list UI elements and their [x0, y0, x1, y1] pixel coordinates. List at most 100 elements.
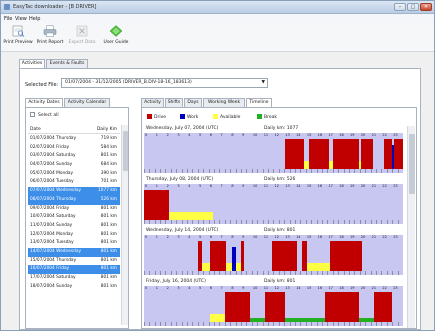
- selected-file-dropdown[interactable]: 01/07/2004 - 31/12/2005 (DRIVER_B.DIV-18…: [61, 78, 268, 88]
- tab-activity-dates[interactable]: Activity Dates: [25, 98, 63, 107]
- list-item[interactable]: 14/07/2004 Wednesday 801 km: [28, 247, 120, 257]
- close-button[interactable]: ✕: [420, 3, 432, 11]
- list-item[interactable]: 06/07/2004 Tuesday 701 km: [28, 178, 120, 187]
- printer-icon: [43, 25, 57, 37]
- list-item[interactable]: 07/07/2004 Wednesday 1077 km: [28, 187, 120, 196]
- legend-work: Work: [180, 114, 198, 120]
- tab-events-faults[interactable]: Events & Faults: [46, 59, 88, 68]
- column-daily-km[interactable]: Daily Km: [97, 127, 117, 132]
- hour-label: 19: [350, 133, 355, 137]
- list-item-km: 801 km: [100, 275, 117, 280]
- selected-file-value: 01/07/2004 - 31/12/2005 (DRIVER_B.DIV-18…: [65, 80, 192, 85]
- hour-label: 19: [350, 235, 355, 239]
- hour-label: 8: [231, 133, 234, 137]
- select-all-checkbox[interactable]: Select all: [30, 112, 59, 118]
- checkbox-box[interactable]: [30, 112, 35, 117]
- hour-label: 20: [360, 184, 366, 188]
- title-bar[interactable]: EasyTac downloader - [B DRIVER] – □ ✕: [1, 1, 434, 14]
- timeline-track[interactable]: 0 1 2 3 4 5 6 7 8 9 10 11 12 13 14 15 16 17 18 19 20 21 22 23: [144, 184, 403, 224]
- hour-label: 5: [198, 184, 202, 188]
- hour-label: 23: [393, 286, 398, 290]
- timeline-scrollbar[interactable]: [407, 126, 415, 328]
- scrollbar-thumb[interactable]: [123, 131, 128, 171]
- hour-label: 10: [252, 235, 258, 239]
- timeline-track[interactable]: 0 1 2 3 4 5 6 7 8 9 10 11 12 13 14 15 16 17 18 19 20 21 22 23: [144, 235, 403, 275]
- list-item[interactable]: 09/07/2004 Friday 801 km: [28, 205, 120, 214]
- minimize-button[interactable]: –: [394, 3, 406, 11]
- maximize-button[interactable]: □: [407, 3, 419, 11]
- list-item[interactable]: 15/07/2004 Thursday 801 km: [28, 257, 120, 266]
- legend-swatch-break: [257, 114, 262, 119]
- user-guide-button[interactable]: User Guide: [101, 25, 131, 50]
- tab-activity-calendar[interactable]: Activity Calendar: [64, 98, 110, 107]
- hour-label: 23: [393, 235, 398, 239]
- list-item-km: 801 km: [100, 240, 117, 246]
- timeline-day: Friday, July 16, 2004 (UTC) Daily km: 80…: [144, 279, 403, 329]
- tab-working-week[interactable]: Working Week: [203, 98, 245, 107]
- hour-axis: 0 1 2 3 4 5 6 7 8 9 10 11 12 13 14 15 16 17 18 19 20 21 22 23: [144, 184, 403, 190]
- export-data-button[interactable]: Export Data: [67, 25, 97, 50]
- list-item[interactable]: 10/07/2004 Saturday 801 km: [28, 213, 120, 222]
- hour-label: 16: [317, 286, 323, 290]
- scrollbar-thumb[interactable]: [409, 134, 415, 194]
- print-preview-button[interactable]: Print Preview: [3, 25, 33, 50]
- dates-scrollbar[interactable]: [121, 125, 128, 325]
- activity-segment-drive: [309, 139, 329, 169]
- tab-shifts[interactable]: Shifts: [165, 98, 183, 107]
- hour-label: 15: [306, 235, 312, 239]
- list-item-date: 10/07/2004 Saturday: [30, 214, 76, 220]
- hour-label: 10: [252, 286, 258, 290]
- tab-timeline[interactable]: Timeline: [246, 98, 272, 107]
- hour-label: 7: [220, 133, 223, 137]
- menu-help[interactable]: Help: [29, 16, 40, 22]
- list-item[interactable]: 01/07/2004 Thursday 719 km: [28, 135, 120, 144]
- activity-segment-available: [209, 314, 225, 322]
- day-title: Wednesday, July 14, 2004 (UTC): [146, 228, 219, 233]
- legend-label-drive: Drive: [154, 115, 166, 120]
- hour-label: 23: [393, 133, 398, 137]
- tab-activity[interactable]: Activity: [141, 98, 164, 107]
- timeline-ticks: [144, 169, 403, 173]
- hour-label: 8: [231, 286, 234, 290]
- hour-label: 12: [274, 133, 279, 137]
- day-km: Daily km: 1077: [264, 126, 299, 131]
- list-item-km: 801 km: [100, 283, 117, 289]
- menu-file[interactable]: File: [4, 16, 12, 22]
- timeline-ticks: [144, 220, 403, 224]
- menu-view[interactable]: View: [15, 16, 27, 22]
- hour-label: 1: [155, 286, 159, 290]
- legend-label-work: Work: [187, 115, 199, 120]
- user-guide-icon: [109, 25, 123, 37]
- timeline-track[interactable]: 0 1 2 3 4 5 6 7 8 9 10 11 12 13 14 15 16 17 18 19 20 21 22 23: [144, 286, 403, 326]
- print-report-button[interactable]: Print Report: [35, 25, 65, 50]
- list-item[interactable]: 11/07/2004 Sunday 801 km: [28, 222, 120, 231]
- list-item[interactable]: 12/07/2004 Monday 801 km: [28, 231, 120, 240]
- list-item[interactable]: 16/07/2004 Friday 801 km: [28, 265, 120, 274]
- hour-label: 12: [274, 235, 279, 239]
- hour-label: 13: [285, 184, 290, 188]
- hour-label: 14: [296, 184, 301, 188]
- tab-days[interactable]: Days: [184, 98, 202, 107]
- list-item[interactable]: 08/07/2004 Thursday 526 km: [28, 195, 120, 205]
- hour-label: 4: [188, 133, 191, 137]
- hour-label: 6: [209, 184, 212, 188]
- activity-segment-drive: [335, 292, 359, 322]
- legend-break: Break: [257, 114, 277, 120]
- activity-segment-drive: [209, 241, 227, 271]
- list-item[interactable]: 02/07/2004 Friday 584 km: [28, 144, 120, 153]
- dates-list: 01/07/2004 Thursday 719 km 02/07/2004 Frid…: [28, 135, 120, 291]
- list-item[interactable]: 03/07/2004 Saturday 801 km: [28, 152, 120, 161]
- column-date[interactable]: Date: [30, 127, 41, 132]
- hour-label: 4: [188, 184, 191, 188]
- list-item[interactable]: 18/07/2004 Sunday 801 km: [28, 283, 120, 292]
- list-item[interactable]: 17/07/2004 Saturday 801 km: [28, 274, 120, 283]
- hour-label: 21: [371, 133, 377, 137]
- timeline-day: Thursday, July 08, 2004 (UTC) Daily km: …: [144, 177, 403, 227]
- list-item[interactable]: 13/07/2004 Tuesday 801 km: [28, 239, 120, 248]
- timeline-track[interactable]: 0 1 2 3 4 5 6 7 8 9 10 11 12 13 14 15 16 17 18 19 20 21 22 23: [144, 133, 403, 173]
- list-item[interactable]: 05/07/2004 Monday 390 km: [28, 170, 120, 179]
- hour-label: 13: [285, 133, 290, 137]
- hour-label: 15: [306, 133, 312, 137]
- list-item[interactable]: 04/07/2004 Sunday 684 km: [28, 161, 120, 170]
- hour-label: 22: [382, 184, 387, 188]
